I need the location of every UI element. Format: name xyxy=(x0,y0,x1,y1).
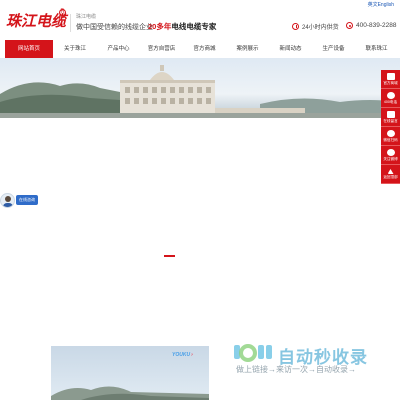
header-divider xyxy=(70,14,71,32)
clock-icon xyxy=(292,23,299,30)
delivery-service-info: 24小时内供货 xyxy=(292,22,339,31)
float-item-wechat[interactable]: 微信扫码 xyxy=(381,127,400,146)
float-item-label: 关注微博 xyxy=(383,157,398,161)
hotline-info[interactable]: 400-839-2288 xyxy=(346,22,396,29)
nav-item-equipment[interactable]: 生产设备 xyxy=(312,40,355,58)
float-item-phone[interactable]: 400电话 xyxy=(381,89,400,108)
float-item-store[interactable]: 官方商城 xyxy=(381,70,400,89)
expert-years: 20多年 xyxy=(148,22,172,31)
agent-avatar xyxy=(0,192,15,208)
language-switch-link[interactable]: 英文English xyxy=(368,1,394,8)
online-consult-widget[interactable]: 在线咨询 xyxy=(0,192,38,208)
nav-item-about[interactable]: 关于珠江 xyxy=(53,40,97,58)
message-icon xyxy=(386,111,395,118)
float-item-label: 微信扫码 xyxy=(383,138,398,142)
hero-banner[interactable] xyxy=(0,58,400,118)
nav-item-news[interactable]: 新闻动态 xyxy=(269,40,312,58)
phone-icon xyxy=(346,22,353,29)
section-divider-mark xyxy=(164,255,175,257)
site-header: 珠江电缆 R 珠江电缆 做中国受信赖的线缆企业 20多年电线电缆专家 24小时内… xyxy=(0,8,400,38)
nav-item-cases[interactable]: 案例展示 xyxy=(226,40,269,58)
wechat-icon xyxy=(386,130,395,137)
arrow-up-icon xyxy=(387,169,394,174)
header-brand-caption: 珠江电缆 xyxy=(76,14,97,20)
watermark-logo-icon xyxy=(234,344,272,362)
youku-brand: YOUKU xyxy=(172,352,191,358)
watermark-subtitle: 做上链接→来访一次→自动收录→ xyxy=(236,365,356,374)
nav-item-home[interactable]: 网站首页 xyxy=(5,40,53,58)
store-icon xyxy=(386,73,395,80)
header-expert-tagline: 20多年电线电缆专家 xyxy=(148,21,216,32)
float-item-label: 官方商城 xyxy=(383,81,398,85)
float-item-weibo[interactable]: 关注微博 xyxy=(381,146,400,165)
main-nav: 网站首页 关于珠江 产品中心 官方自营店 官方商城 案例展示 新闻动态 生产设备… xyxy=(0,40,400,58)
watermark: 自动秒收录 做上链接→来访一次→自动收录→ xyxy=(232,340,382,380)
youku-badge: YOUKU› xyxy=(172,352,193,358)
float-item-label: 400电话 xyxy=(383,100,398,104)
hotline-number: 400-839-2288 xyxy=(356,22,397,29)
nav-item-official-store[interactable]: 官方自营店 xyxy=(140,40,183,58)
nav-item-products[interactable]: 产品中心 xyxy=(97,40,140,58)
float-item-message[interactable]: 在线留言 xyxy=(381,108,400,127)
header-slogan: 做中国受信赖的线缆企业 xyxy=(76,24,153,31)
online-consult-label: 在线咨询 xyxy=(16,195,38,205)
floating-toolbar: 官方商城 400电话 在线留言 微信扫码 关注微博 返回顶部 xyxy=(381,70,400,184)
delivery-service-label: 24小时内供货 xyxy=(302,25,339,31)
brand-logo[interactable]: 珠江电缆 R xyxy=(6,9,68,34)
phone-icon xyxy=(386,92,395,99)
float-item-label: 返回顶部 xyxy=(383,175,398,179)
float-item-back-to-top[interactable]: 返回顶部 xyxy=(381,165,400,184)
nav-item-official-mall[interactable]: 官方商城 xyxy=(183,40,226,58)
top-strip: 英文English xyxy=(0,0,400,8)
brand-logo-text: 珠江电缆 xyxy=(6,12,67,30)
youku-chevron-icon: › xyxy=(191,352,193,358)
float-item-label: 在线留言 xyxy=(383,119,398,123)
hero-banner-image xyxy=(0,65,400,118)
expert-text: 电线电缆专家 xyxy=(171,22,217,31)
nav-item-contact[interactable]: 联系珠江 xyxy=(355,40,398,58)
weibo-icon xyxy=(386,149,395,156)
registered-mark-icon: R xyxy=(59,9,66,16)
